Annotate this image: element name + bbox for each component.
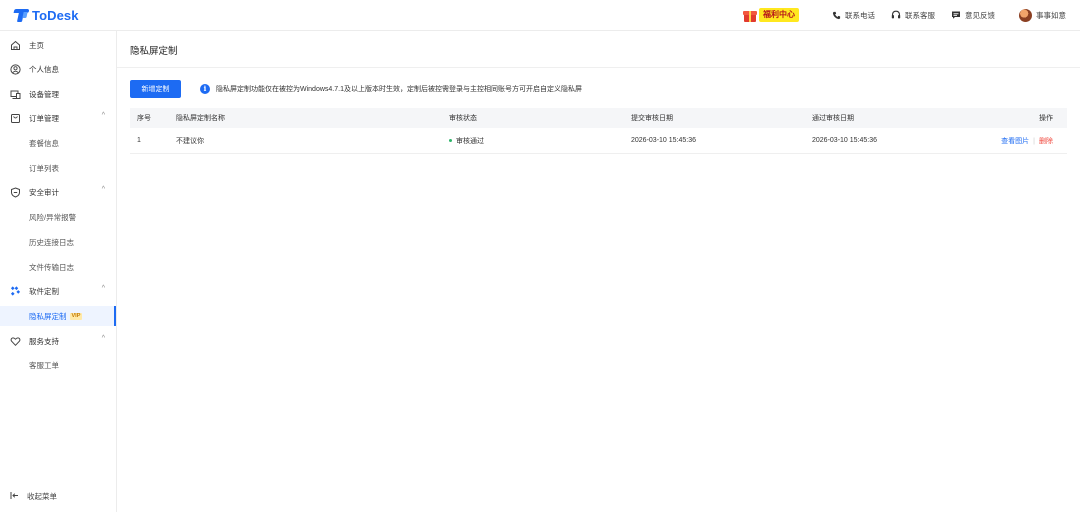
cell-submit-date: 2026-03-10 15:45:36: [631, 137, 696, 144]
title-divider: [117, 67, 1080, 68]
sidebar-item-orders[interactable]: 订单管理 ^: [0, 108, 116, 128]
action-separator: |: [1033, 137, 1035, 145]
user-name: 事事如意: [1036, 10, 1066, 20]
table-row: 1 不建议你 审核通过 2026-03-10 15:45:36 2026-03-…: [130, 128, 1067, 154]
info-icon: i: [200, 83, 210, 94]
sidebar-item-home[interactable]: 主页: [0, 35, 116, 55]
status-label: 审核通过: [456, 137, 484, 145]
device-icon: [10, 89, 21, 100]
sidebar-item-order-list[interactable]: 订单列表: [0, 158, 116, 178]
welfare-center-button[interactable]: 福利中心: [743, 7, 799, 23]
heart-icon: [10, 336, 21, 347]
cell-status: 审核通过: [449, 136, 484, 146]
column-header-actions: 操作: [1039, 115, 1053, 122]
delete-link[interactable]: 删除: [1039, 138, 1053, 145]
logo-text: ToDesk: [32, 7, 79, 23]
sidebar-subitem-label: 隐私屏定制 VIP: [29, 311, 83, 322]
sidebar-item-label: 软件定制: [29, 286, 59, 296]
sidebar-item-risk-alert[interactable]: 风险/异常报警: [0, 207, 116, 227]
column-header-status: 审核状态: [449, 115, 477, 122]
add-custom-button[interactable]: 新增定制: [130, 80, 181, 98]
vip-badge: VIP: [69, 313, 83, 321]
sidebar-item-label: 订单管理: [29, 113, 59, 123]
notice-bar: i 隐私屏定制功能仅在被控为Windows4.7.1及以上版本时生效，定制后被控…: [200, 82, 582, 95]
sidebar-subitem-label: 文件传输日志: [29, 262, 74, 272]
welfare-center-label: 福利中心: [759, 8, 799, 22]
view-image-link[interactable]: 查看图片: [1001, 138, 1029, 145]
user-menu[interactable]: 事事如意: [1019, 8, 1066, 22]
column-header-pass-date: 通过审核日期: [812, 115, 854, 122]
sidebar-item-service-support[interactable]: 服务支持 ^: [0, 331, 116, 351]
cell-index: 1: [137, 137, 141, 144]
sidebar-item-security-audit[interactable]: 安全审计 ^: [0, 182, 116, 202]
contact-phone-label: 联系电话: [845, 10, 875, 20]
user-circle-icon: [10, 63, 21, 75]
contact-service-link[interactable]: 联系客服: [891, 10, 935, 21]
sidebar-item-connection-log[interactable]: 历史连接日志: [0, 232, 116, 252]
collapse-menu-label: 收起菜单: [27, 492, 57, 501]
sidebar-subitem-label: 套餐信息: [29, 138, 59, 148]
contact-service-label: 联系客服: [905, 10, 935, 20]
feedback-link[interactable]: 意见反馈: [951, 10, 995, 21]
sidebar-subitem-label: 客服工单: [29, 360, 59, 370]
sidebar-item-privacy-screen[interactable]: 隐私屏定制 VIP: [0, 306, 116, 326]
home-icon: [10, 40, 21, 51]
feedback-icon: [951, 10, 961, 20]
sidebar-item-software-custom[interactable]: 软件定制 ^: [0, 281, 116, 301]
column-header-submit-date: 提交审核日期: [631, 115, 673, 122]
sidebar-item-label: 主页: [29, 40, 44, 50]
top-header: ToDesk 福利中心 联系电话 联系客服 意见反馈 事事如意: [0, 0, 1080, 31]
todesk-logo[interactable]: ToDesk: [13, 7, 79, 23]
sidebar: 主页 个人信息 设备管理 订单管理 ^ 套餐信息 订单列表 安全审计 ^ 风险/…: [0, 31, 117, 512]
chevron-up-icon: ^: [101, 112, 105, 119]
collapse-menu-button[interactable]: 收起菜单: [10, 491, 57, 502]
cell-pass-date: 2026-03-10 15:45:36: [812, 137, 877, 144]
sidebar-item-file-transfer-log[interactable]: 文件传输日志: [0, 257, 116, 277]
sidebar-item-label: 个人信息: [29, 64, 59, 74]
header-actions: 福利中心 联系电话 联系客服 意见反馈 事事如意: [743, 6, 1066, 24]
sidebar-item-label: 安全审计: [29, 187, 59, 197]
todesk-logo-icon: [13, 8, 30, 22]
page-title: 隐私屏定制: [130, 46, 178, 57]
sidebar-item-devices[interactable]: 设备管理: [0, 84, 116, 104]
column-header-index: 序号: [137, 115, 151, 122]
sidebar-item-label: 服务支持: [29, 336, 59, 346]
privacy-screen-table: 序号 隐私屏定制名称 审核状态 提交审核日期 通过审核日期 操作 1 不建议你 …: [130, 108, 1067, 154]
headset-icon: [891, 10, 901, 20]
contact-phone-link[interactable]: 联系电话: [831, 10, 875, 21]
sidebar-subitem-label: 订单列表: [29, 163, 59, 173]
table-header: 序号 隐私屏定制名称 审核状态 提交审核日期 通过审核日期 操作: [130, 108, 1067, 128]
column-header-name: 隐私屏定制名称: [176, 115, 225, 122]
order-icon: [10, 113, 21, 124]
privacy-screen-label: 隐私屏定制: [29, 311, 67, 321]
chevron-up-icon: ^: [101, 335, 105, 342]
sidebar-item-profile[interactable]: 个人信息: [0, 59, 116, 79]
status-dot: [449, 139, 452, 143]
avatar: [1019, 8, 1032, 22]
main-content: 隐私屏定制 新增定制 i 隐私屏定制功能仅在被控为Windows4.7.1及以上…: [117, 31, 1080, 512]
shield-icon: [10, 186, 21, 198]
collapse-icon: [10, 491, 19, 502]
cell-actions: 查看图片 | 删除: [1001, 136, 1053, 146]
sidebar-subitem-label: 风险/异常报警: [29, 212, 77, 222]
sidebar-item-label: 设备管理: [29, 89, 59, 99]
chevron-up-icon: ^: [101, 186, 105, 193]
phone-icon: [831, 10, 841, 20]
cell-name: 不建议你: [176, 137, 204, 145]
notice-text: 隐私屏定制功能仅在被控为Windows4.7.1及以上版本时生效，定制后被控需登…: [216, 85, 582, 93]
chevron-up-icon: ^: [101, 285, 105, 292]
feedback-label: 意见反馈: [965, 10, 995, 20]
sidebar-subitem-label: 历史连接日志: [29, 237, 74, 247]
sidebar-item-service-ticket[interactable]: 客服工单: [0, 355, 116, 375]
gift-icon: [743, 8, 757, 22]
puzzle-icon: [10, 286, 21, 297]
sidebar-item-package-info[interactable]: 套餐信息: [0, 133, 116, 153]
